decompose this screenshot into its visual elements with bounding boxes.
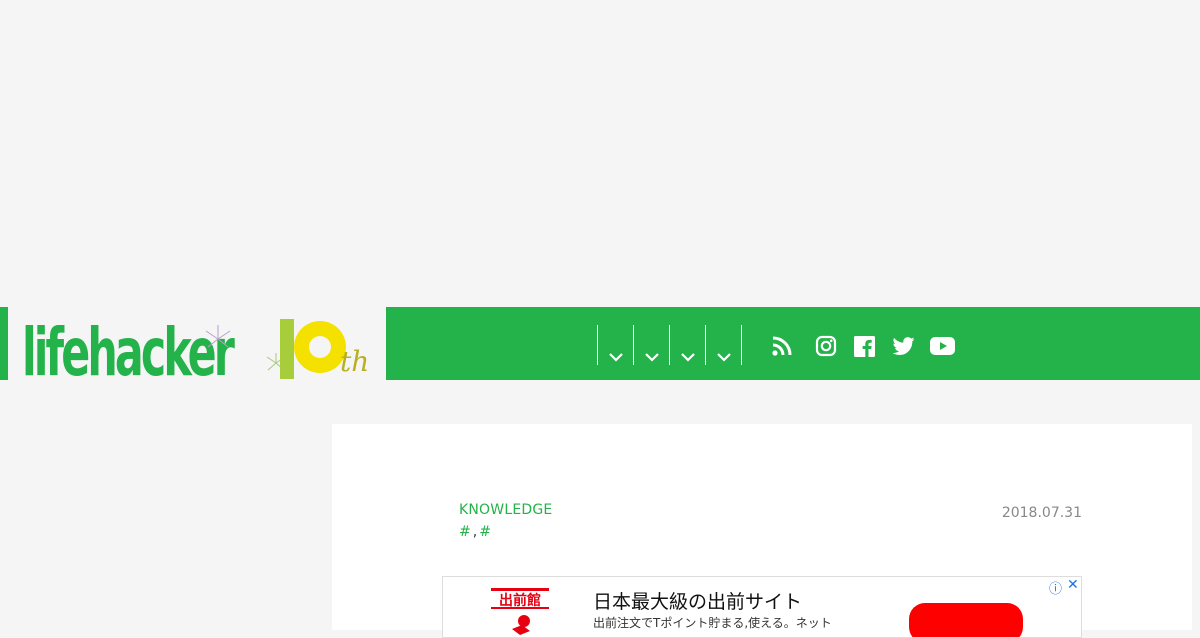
article-date: 2018.07.31 xyxy=(1001,505,1082,521)
badge-one-shape xyxy=(280,319,294,379)
tag-separator: , xyxy=(472,524,478,540)
ad-cta-button[interactable] xyxy=(909,603,1023,637)
twitter-link[interactable] xyxy=(884,334,923,358)
header-logo-area: lifehacker th xyxy=(0,307,386,380)
ad-logo-text: 出前館 xyxy=(499,592,541,609)
nav-dropdown-3[interactable] xyxy=(669,325,705,365)
twitter-icon xyxy=(892,337,914,355)
nav-dropdown-2[interactable] xyxy=(633,325,669,365)
article-category-link[interactable]: KNOWLEDGE xyxy=(459,502,552,518)
youtube-link[interactable] xyxy=(923,334,962,358)
main-navbar xyxy=(386,307,1200,380)
top-ad-space xyxy=(0,0,1200,306)
facebook-link[interactable] xyxy=(845,334,884,358)
chevron-down-icon xyxy=(609,353,623,362)
nav-dropdown-group xyxy=(597,325,742,365)
tag-link[interactable]: # xyxy=(459,524,471,540)
nav-dropdown-4[interactable] xyxy=(705,325,742,365)
logo-accent-bar xyxy=(0,307,8,380)
tag-link[interactable]: # xyxy=(479,524,491,540)
rss-icon xyxy=(772,336,792,356)
chevron-down-icon xyxy=(717,353,731,362)
ad-close-icon[interactable]: ✕ xyxy=(1067,577,1079,593)
logo-wordmark: lifehacker xyxy=(22,314,235,379)
chevron-down-icon xyxy=(645,353,659,362)
instagram-link[interactable] xyxy=(806,334,845,358)
social-links xyxy=(770,334,962,358)
article-tags: # , # xyxy=(459,524,491,540)
youtube-icon xyxy=(930,337,955,355)
badge-suffix-text: th xyxy=(340,345,369,378)
ad-banner[interactable]: 出前館 日本最大級の出前サイト 出前注文でTポイント貯まる,使える。ネット ⓘ … xyxy=(442,576,1082,638)
facebook-icon xyxy=(854,335,875,357)
rss-link[interactable] xyxy=(770,334,794,358)
ad-info-icon[interactable]: ⓘ xyxy=(1049,578,1062,597)
lifehacker-logo[interactable]: lifehacker th xyxy=(22,311,374,379)
nav-dropdown-1[interactable] xyxy=(597,325,633,365)
ad-description: 出前注文でTポイント貯まる,使える。ネット xyxy=(593,616,832,630)
instagram-icon xyxy=(815,335,836,357)
article-panel: KNOWLEDGE # , # 2018.07.31 出前館 日本最大級の出前サ… xyxy=(332,424,1192,638)
chevron-down-icon xyxy=(681,353,695,362)
ad-title[interactable]: 日本最大級の出前サイト xyxy=(593,587,802,614)
